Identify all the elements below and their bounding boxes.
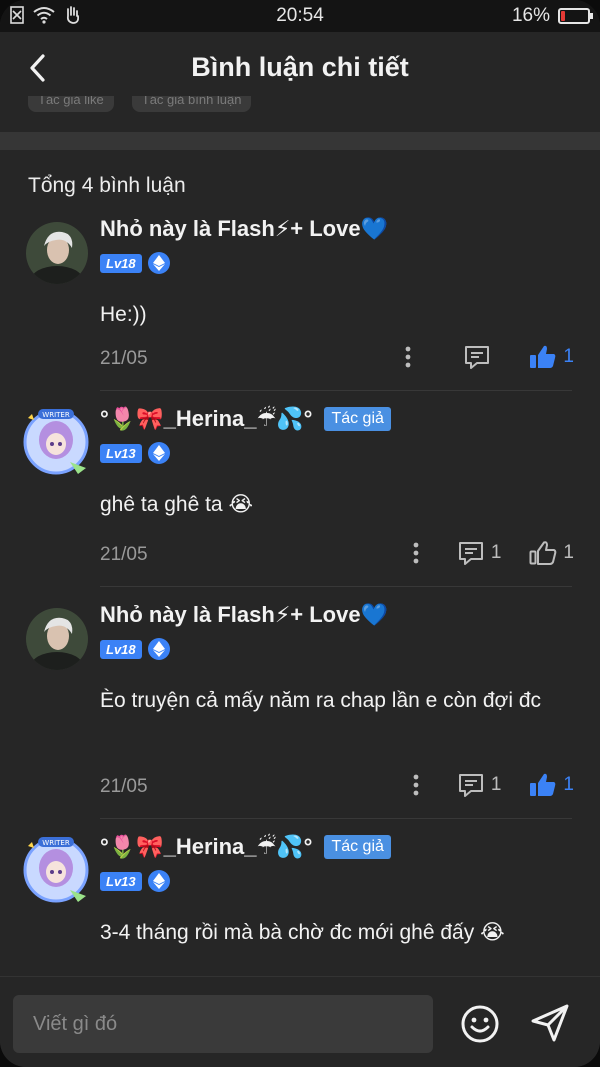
battery-icon: [558, 8, 593, 24]
level-badge: Lv18: [100, 253, 142, 273]
user-photo-icon: [26, 222, 88, 284]
comment-icon: [465, 346, 490, 369]
send-icon: [531, 1004, 569, 1042]
more-vertical-icon: [413, 774, 419, 796]
like-button[interactable]: 1: [529, 772, 574, 798]
user-badges: Lv13: [100, 442, 170, 464]
like-count: 1: [563, 542, 574, 563]
page-title: Bình luận chi tiết: [191, 52, 409, 82]
comment-total: Tổng 4 bình luận: [28, 174, 186, 197]
avatar[interactable]: [26, 608, 88, 670]
avatar[interactable]: WRITER: [20, 404, 92, 476]
more-vertical-icon: [406, 346, 411, 368]
comment-input[interactable]: Viết gì đó: [13, 995, 433, 1053]
level-badge: Lv13: [100, 871, 142, 891]
screen: 20:54 16% Bình luận chi tiết Tác giả lik…: [0, 0, 600, 1067]
more-options-button[interactable]: [413, 774, 443, 796]
section-divider: [0, 132, 600, 150]
more-options-button[interactable]: [413, 542, 443, 564]
like-button[interactable]: 1: [529, 344, 574, 370]
level-badge: Lv18: [100, 639, 142, 659]
comment-author-name[interactable]: °🌷🎀_Herina_☔💦° Tác giả: [100, 406, 391, 432]
thumbs-up-icon: [529, 541, 557, 565]
like-count: 1: [563, 774, 574, 795]
comment-icon: [458, 542, 483, 565]
reply-button[interactable]: 1: [457, 772, 502, 798]
ethereum-badge-icon: [147, 442, 170, 464]
reply-button[interactable]: [463, 344, 497, 370]
more-options-button[interactable]: [405, 346, 435, 368]
comment-date: 21/05: [100, 544, 148, 565]
ethereum-badge-icon: [147, 252, 170, 274]
user-badges: Lv18: [100, 638, 170, 660]
comment-author-name[interactable]: Nhỏ này là Flash⚡+ Love💙: [100, 216, 388, 242]
svg-text:WRITER: WRITER: [42, 411, 70, 419]
ethereum-badge-icon: [147, 870, 170, 892]
comment-author-name[interactable]: Nhỏ này là Flash⚡+ Love💙: [100, 602, 388, 628]
writer-avatar-icon: WRITER: [23, 409, 89, 475]
user-badges: Lv13: [100, 870, 170, 892]
status-bar: 20:54 16%: [0, 0, 600, 32]
comment-date: 21/05: [100, 348, 148, 369]
comment-icon: [458, 774, 483, 797]
header: Bình luận chi tiết: [0, 32, 600, 104]
ethereum-badge-icon: [147, 638, 170, 660]
svg-text:WRITER: WRITER: [42, 839, 70, 847]
filter-chip-author-comment[interactable]: Tác giả bình luận: [131, 96, 252, 112]
comment-divider: [100, 586, 572, 587]
filter-chip-author-like[interactable]: Tác giả like: [28, 96, 114, 112]
reply-count: 1: [490, 542, 502, 563]
comment-text: 3-4 tháng rồi mà bà chờ đc mới ghê đấy 😭: [100, 921, 505, 944]
user-badges: Lv18: [100, 252, 170, 274]
emoji-button[interactable]: [458, 1002, 502, 1046]
comment-text: ghê ta ghê ta 😭: [100, 493, 253, 516]
comment-divider: [100, 390, 572, 391]
more-vertical-icon: [413, 542, 419, 564]
thumbs-up-filled-icon: [530, 345, 556, 368]
smiley-icon: [461, 1005, 499, 1043]
reply-button[interactable]: 1: [457, 540, 502, 566]
avatar[interactable]: WRITER: [20, 832, 92, 904]
comment-date: 21/05: [100, 776, 148, 797]
comment-composer: Viết gì đó: [0, 976, 600, 1067]
author-badge: Tác giả: [324, 407, 391, 431]
comment-list: Tổng 4 bình luận Nhỏ này là Flash⚡+ Love…: [0, 150, 600, 976]
status-time: 20:54: [276, 5, 324, 26]
comment-author-name[interactable]: °🌷🎀_Herina_☔💦° Tác giả: [100, 834, 391, 860]
battery-percent: 16%: [511, 5, 550, 26]
author-badge: Tác giả: [324, 835, 391, 859]
writer-avatar-icon: WRITER: [23, 837, 89, 903]
comment-text: He:)): [100, 303, 147, 326]
send-button[interactable]: [528, 1001, 572, 1045]
reply-count: 1: [490, 774, 502, 795]
like-count: 1: [563, 346, 574, 367]
comment-text: Èo truyện cả mấy năm ra chap lần e còn đ…: [100, 689, 541, 712]
like-button[interactable]: 1: [529, 540, 574, 566]
thumbs-up-filled-icon: [530, 773, 556, 796]
filter-chips: Tác giả like Tác giả bình luận: [28, 96, 252, 112]
user-photo-icon: [26, 608, 88, 670]
comment-divider: [100, 818, 572, 819]
level-badge: Lv13: [100, 443, 142, 463]
avatar[interactable]: [26, 222, 88, 284]
